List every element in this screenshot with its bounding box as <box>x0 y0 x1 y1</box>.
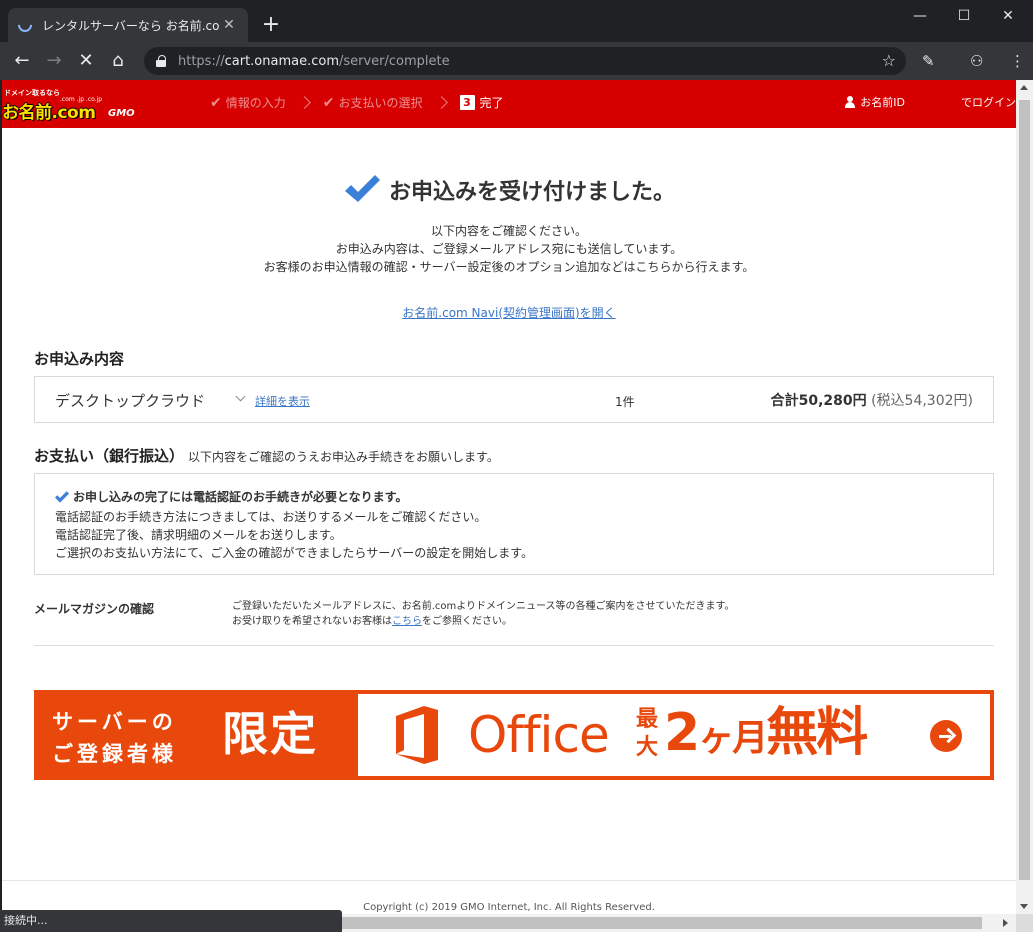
order-section-title: お申込み内容 <box>34 350 125 368</box>
banner-left: サーバーの ご登録者様 限定 <box>52 707 318 766</box>
site-header: ドメイン取るなら .com .jp .co.jp お名前.com GMO ✔ 情… <box>2 80 1016 128</box>
payment-notice-line: ご選択のお支払い方法にて、ご入金の確認ができましたらサーバーの設定を開始します。 <box>55 546 534 560</box>
lock-icon <box>156 55 166 67</box>
scroll-right-icon[interactable] <box>1003 919 1008 927</box>
step-info-input: ✔ 情報の入力 <box>210 94 286 111</box>
payment-notice-box: お申し込みの完了には電話認証のお手続きが必要となります。 電話認証のお手続き方法… <box>34 473 994 575</box>
scroll-down-icon[interactable] <box>1020 904 1028 909</box>
scrollbar-corner <box>1016 914 1033 932</box>
navi-open-link[interactable]: お名前.com Navi(契約管理画面)を開く <box>2 304 1016 321</box>
vertical-scrollbar[interactable] <box>1016 80 1033 914</box>
back-arrow-icon[interactable]: ← <box>10 49 34 73</box>
status-bar: 接続中... <box>0 910 342 932</box>
footer-divider <box>2 880 1016 881</box>
login-link[interactable]: お名前ID でログイン <box>844 94 1016 110</box>
chevron-right-icon <box>297 96 311 109</box>
order-total: 合計50,280円 (税込54,302円) <box>770 393 973 409</box>
menu-kebab-icon[interactable]: ⋮ <box>1010 52 1025 70</box>
page-title: お申込みを受け付けました。 <box>388 180 675 205</box>
step-payment-select: ✔ お支払いの選択 <box>322 94 423 111</box>
divider <box>34 645 994 646</box>
browser-toolbar: ← → ✕ ⌂ https://cart.onamae.com/server/c… <box>0 42 1033 80</box>
check-icon: ✔ <box>210 94 222 111</box>
payment-notice-line: 電話認証のお手続き方法につきましては、お送りするメールをご確認ください。 <box>55 510 487 524</box>
show-details-link[interactable]: 詳細を表示 <box>255 393 310 409</box>
minimize-icon[interactable]: — <box>900 4 940 28</box>
onamae-logo[interactable]: ドメイン取るなら .com .jp .co.jp お名前.com GMO <box>2 82 152 126</box>
tab-title: レンタルサーバーなら お名前.com <box>42 18 220 33</box>
step-complete: 3 完了 <box>459 94 504 111</box>
mail-magazine-text: ご登録いただいたメールアドレスに、お名前.comよりドメインニュース等の各種ご案… <box>232 601 735 627</box>
scroll-thumb[interactable] <box>1019 100 1030 880</box>
payment-section-note: 以下内容をご確認のうえお申込み手続きをお願いします。 <box>188 450 499 464</box>
browser-tabstrip: レンタルサーバーなら お名前.com ✕ + — ☐ ✕ <box>0 0 1033 42</box>
page-viewport: ドメイン取るなら .com .jp .co.jp お名前.com GMO ✔ 情… <box>2 80 1016 914</box>
loading-spinner-icon <box>15 15 35 35</box>
maximize-icon[interactable]: ☐ <box>944 4 984 28</box>
banner-right: Office 最大 2ヶ月無料 <box>358 694 990 776</box>
chevron-right-icon <box>434 96 448 109</box>
intro-text: 以下内容をご確認ください。 お申込み内容は、ご登録メールアドレス宛にも送信してい… <box>263 224 755 274</box>
checkmark-icon <box>344 175 380 202</box>
window-close-icon[interactable]: ✕ <box>988 4 1028 28</box>
order-summary-box: デスクトップクラウド 詳細を表示 1件 合計50,280円 (税込54,302円… <box>34 376 994 423</box>
address-bar[interactable]: https://cart.onamae.com/server/complete … <box>144 47 906 75</box>
user-icon <box>844 96 856 108</box>
extension-icon[interactable]: ⚇ <box>970 52 983 70</box>
order-quantity: 1件 <box>615 395 635 409</box>
check-icon: ✔ <box>322 94 335 111</box>
office-logo-icon <box>396 706 438 764</box>
completion-headline: お申込みを受け付けました。 <box>2 172 1016 208</box>
scroll-up-icon[interactable] <box>1020 85 1028 90</box>
chevron-down-icon[interactable] <box>235 391 246 402</box>
forward-arrow-icon[interactable]: → <box>42 49 66 73</box>
arrow-right-circle-icon[interactable] <box>930 720 962 752</box>
progress-steps: ✔ 情報の入力 ✔ お支払いの選択 3 完了 <box>210 94 504 111</box>
redacted-id <box>907 95 959 109</box>
checkmark-icon <box>55 490 69 503</box>
browser-tab[interactable]: レンタルサーバーなら お名前.com ✕ <box>8 8 248 42</box>
url-text: https://cart.onamae.com/server/complete <box>178 53 450 69</box>
mail-magazine-label: メールマガジンの確認 <box>34 602 155 616</box>
tab-close-icon[interactable]: ✕ <box>220 17 238 33</box>
extension-pen-icon[interactable]: ✎ <box>922 52 935 70</box>
new-tab-icon[interactable]: + <box>258 12 284 38</box>
payment-notice-heading: お申し込みの完了には電話認証のお手続きが必要となります。 <box>55 488 993 505</box>
product-name: デスクトップクラウド <box>55 392 206 410</box>
scroll-thumb-horizontal[interactable] <box>342 917 982 929</box>
bookmark-star-icon[interactable]: ☆ <box>882 51 896 70</box>
payment-section-title: お支払い（銀行振込） 以下内容をご確認のうえお申込み手続きをお願いします。 <box>34 447 499 465</box>
office-promo-banner[interactable]: サーバーの ご登録者様 限定 Office 最大 2ヶ月無料 <box>34 690 994 780</box>
payment-notice-line: 電話認証完了後、請求明細のメールをお送りします。 <box>55 528 342 542</box>
home-icon[interactable]: ⌂ <box>106 49 130 73</box>
mail-optout-link[interactable]: こちら <box>392 616 422 627</box>
stop-loading-icon[interactable]: ✕ <box>74 49 98 73</box>
